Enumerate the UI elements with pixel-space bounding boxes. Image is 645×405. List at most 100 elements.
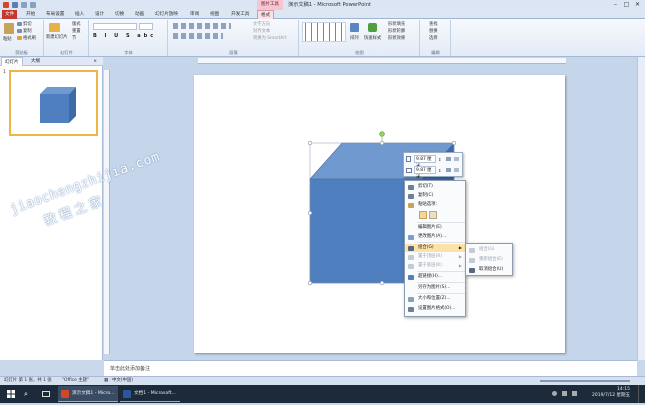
tab-developer[interactable]: 开发工具 xyxy=(228,10,252,19)
list-buttons[interactable] xyxy=(173,23,231,29)
redo-icon[interactable] xyxy=(30,2,36,8)
change-picture-icon xyxy=(408,234,414,240)
menu-item-hyperlink[interactable]: 超链接(H)... xyxy=(405,273,465,281)
task-view-icon[interactable] xyxy=(40,385,52,403)
slide-thumbnail[interactable] xyxy=(9,70,98,136)
menu-item-save-as-picture[interactable]: 另存为图片(S)... xyxy=(405,284,465,292)
height-spinner[interactable]: ⇕ xyxy=(438,155,441,164)
arrange-icon[interactable] xyxy=(454,168,459,172)
powerpoint-logo-icon[interactable] xyxy=(3,2,9,8)
crop-icon[interactable] xyxy=(446,157,451,161)
font-format-buttons[interactable]: B I U S abc xyxy=(93,33,156,39)
menu-item-change-picture[interactable]: 更改图片(A)... xyxy=(405,233,465,241)
height-input[interactable]: 9.87 厘米 xyxy=(414,155,436,169)
font-size-select[interactable] xyxy=(139,23,153,30)
tab-outline[interactable]: 大纲 xyxy=(28,57,43,66)
arrange-button[interactable]: 排列 xyxy=(350,35,359,41)
menu-item-paste-options[interactable]: 粘贴选项: xyxy=(405,201,465,209)
pen-icon[interactable] xyxy=(446,168,451,172)
tab-file[interactable]: 文件 xyxy=(2,10,18,19)
menu-item-bring-to-front[interactable]: 置于顶层(R) ▶ xyxy=(405,253,465,261)
taskbar-app-powerpoint[interactable]: 演示文稿1 - Micro... xyxy=(58,386,118,402)
shape-effects-button[interactable]: 形状效果 xyxy=(388,35,405,41)
tab-transitions[interactable]: 切换 xyxy=(112,10,127,19)
menu-item-cut[interactable]: 剪切(T) xyxy=(405,183,465,191)
submenu-item-ungroup[interactable]: 取消组合(U) xyxy=(466,266,512,274)
windows-logo-icon xyxy=(7,390,15,398)
network-icon xyxy=(552,391,557,396)
minimize-icon[interactable]: – xyxy=(610,0,621,9)
convert-smartart-button[interactable]: 转换为 SmartArt xyxy=(253,35,287,41)
ungroup-icon xyxy=(469,267,475,273)
copy-button[interactable]: 复制 xyxy=(23,28,32,34)
new-slide-button[interactable]: 新建幻灯片 xyxy=(46,34,67,40)
tab-home[interactable]: 开始 xyxy=(23,10,38,19)
find-button[interactable]: 查找 xyxy=(429,21,438,27)
quick-styles-button[interactable]: 快速样式 xyxy=(364,35,381,41)
tab-layout-settings[interactable]: 布局设置 xyxy=(43,10,67,19)
cube-shape[interactable] xyxy=(194,75,565,353)
width-input[interactable]: 9.87 厘米 xyxy=(414,166,436,180)
paste-keep-format-icon[interactable] xyxy=(419,211,427,219)
align-buttons[interactable] xyxy=(173,33,223,39)
taskbar-app-word[interactable]: 文档1 - Microsoft... xyxy=(120,386,180,402)
menu-item-copy[interactable]: 复制(C) xyxy=(405,192,465,200)
shapes-gallery[interactable] xyxy=(302,22,346,42)
text-direction-button[interactable]: 文字方向 xyxy=(253,21,270,27)
taskbar: ⌕ 演示文稿1 - Micro... 文档1 - Microsoft... 14… xyxy=(0,385,645,403)
tab-animations[interactable]: 动画 xyxy=(132,10,147,19)
drawing-group-label: 绘图 xyxy=(355,50,364,55)
layout-button[interactable]: 版式 xyxy=(72,21,81,27)
notes-pane[interactable]: 单击此处添加备注 xyxy=(104,360,637,376)
paste-button[interactable]: 粘贴 xyxy=(3,36,12,42)
tab-review[interactable]: 审阅 xyxy=(187,10,202,19)
format-painter-button[interactable]: 格式刷 xyxy=(23,35,36,41)
submenu-item-group[interactable]: 组合(G) xyxy=(466,246,512,254)
arrange-icon xyxy=(350,23,359,32)
submenu-item-regroup[interactable]: 重新组合(E) xyxy=(466,256,512,264)
slide-canvas[interactable] xyxy=(194,75,565,353)
tab-format[interactable]: 格式 xyxy=(257,10,275,19)
menu-item-edit-picture[interactable]: 编辑图片(E) xyxy=(405,224,465,232)
menu-item-send-to-back[interactable]: 置于底层(K) ▶ xyxy=(405,262,465,270)
font-name-select[interactable] xyxy=(93,23,137,30)
select-button[interactable]: 选择 xyxy=(429,35,438,41)
tab-view[interactable]: 视图 xyxy=(207,10,222,19)
shape-outline-button[interactable]: 形状轮廓 xyxy=(388,28,405,34)
menu-item-group[interactable]: 组合(G) ▶ xyxy=(405,244,465,252)
show-desktop-button[interactable] xyxy=(638,385,645,403)
save-icon[interactable] xyxy=(12,2,18,8)
paste-icon[interactable] xyxy=(4,23,14,34)
shape-fill-button[interactable]: 形状填充 xyxy=(388,21,405,27)
undo-icon[interactable] xyxy=(21,2,27,8)
replace-button[interactable]: 替换 xyxy=(429,28,438,34)
paste-picture-icon[interactable] xyxy=(429,211,437,219)
align-text-button[interactable]: 对齐文本 xyxy=(253,28,270,34)
tab-design[interactable]: 设计 xyxy=(92,10,107,19)
powerpoint-icon xyxy=(61,390,69,398)
link-icon[interactable] xyxy=(454,157,459,161)
paragraph-group-label: 段落 xyxy=(229,50,238,55)
font-group: B I U S abc 字体 xyxy=(90,20,168,56)
tab-slideshow[interactable]: 幻灯片放映 xyxy=(152,10,181,19)
horizontal-ruler xyxy=(198,58,566,64)
zoom-slider[interactable] xyxy=(540,380,630,382)
ribbon: 粘贴 剪切 复制 格式刷 剪贴板 新建幻灯片 版式 重置 节 幻灯片 B I U… xyxy=(0,19,645,57)
taskbar-clock[interactable]: 14:15 2019/7/12 星期五 xyxy=(592,387,630,399)
reset-button[interactable]: 重置 xyxy=(72,28,81,34)
search-icon[interactable]: ⌕ xyxy=(24,385,36,403)
section-button[interactable]: 节 xyxy=(72,35,76,41)
new-slide-icon[interactable] xyxy=(49,23,60,32)
width-spinner[interactable]: ⇕ xyxy=(438,166,441,175)
tab-insert[interactable]: 插入 xyxy=(72,10,87,19)
menu-item-format-picture[interactable]: 设置图片格式(O)... xyxy=(405,305,465,313)
tab-slides[interactable]: 幻灯片 xyxy=(1,57,23,66)
vertical-scrollbar[interactable] xyxy=(637,57,645,360)
cut-button[interactable]: 剪切 xyxy=(23,21,32,27)
menu-item-size-position[interactable]: 大小和位置(Z)... xyxy=(405,295,465,303)
system-tray[interactable] xyxy=(548,385,588,403)
close-icon[interactable]: × xyxy=(90,57,100,66)
start-button[interactable] xyxy=(4,385,18,403)
maximize-icon[interactable]: □ xyxy=(621,0,632,9)
close-icon[interactable]: ✕ xyxy=(632,0,643,9)
